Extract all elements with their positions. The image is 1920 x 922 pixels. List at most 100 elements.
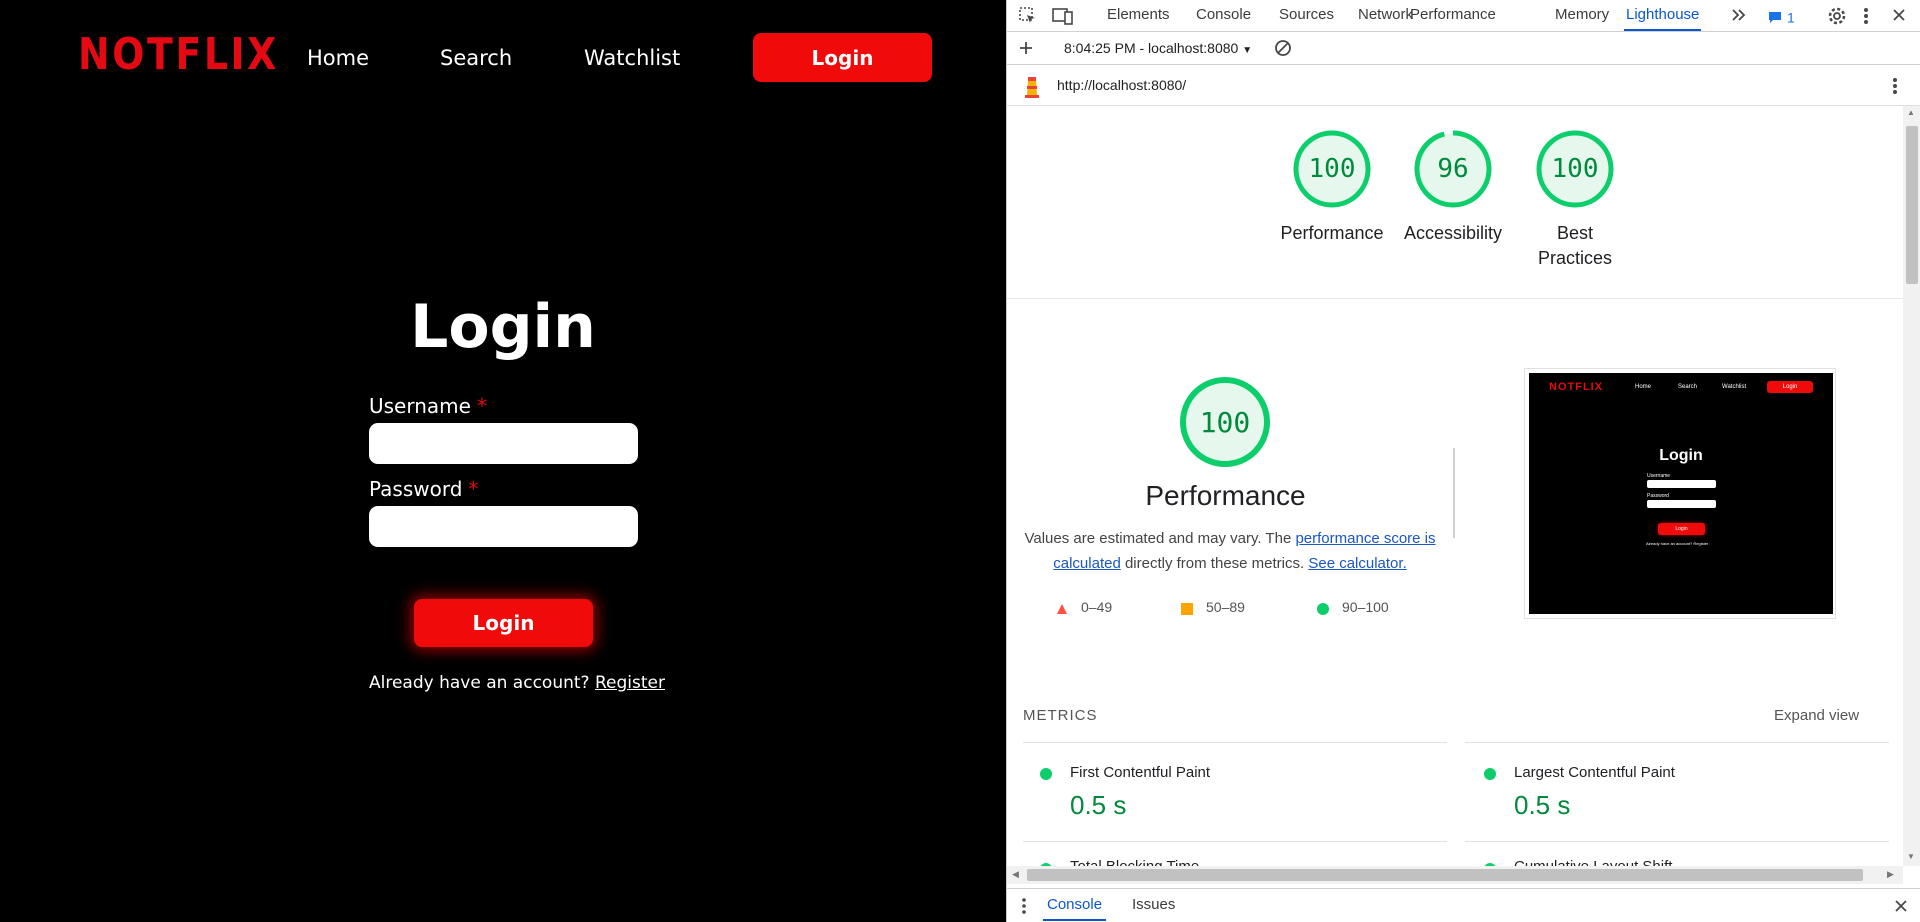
tab-performance[interactable]: Performance	[1410, 0, 1496, 31]
metric-value: 0.5 s	[1514, 790, 1571, 820]
tab-lighthouse[interactable]: Lighthouse	[1624, 0, 1702, 31]
username-label: Username *	[369, 393, 487, 419]
dropdown-caret-icon: ▼	[1242, 45, 1253, 56]
report-selector[interactable]: 8:04:25 PM - localhost:8080 ▼	[1064, 40, 1252, 56]
drawer-menu-icon[interactable]	[1021, 897, 1027, 918]
lighthouse-toolbar: 8:04:25 PM - localhost:8080 ▼	[1007, 32, 1920, 65]
tab-sources[interactable]: Sources	[1279, 0, 1334, 31]
app-viewport: NOTFLIX Home Search Watchlist Login Logi…	[0, 0, 1006, 922]
performance-description: Values are estimated and may vary. The p…	[1023, 526, 1437, 576]
required-mark: *	[476, 394, 487, 418]
pass-dot-icon	[1040, 768, 1052, 780]
inspect-element-icon[interactable]	[1018, 6, 1038, 29]
nav-login-button[interactable]: Login	[753, 33, 932, 82]
metric-divider	[1465, 841, 1889, 842]
thumb-footer: Already have an account? Register	[1646, 541, 1709, 546]
metric-divider	[1023, 841, 1447, 842]
legend-average: 50–89	[1181, 598, 1245, 616]
pass-dot-icon	[1484, 768, 1496, 780]
notflix-logo[interactable]: NOTFLIX	[78, 30, 279, 80]
device-toolbar-icon[interactable]	[1052, 6, 1074, 29]
scroll-left-icon[interactable]: ◀	[1012, 869, 1019, 880]
scroll-up-icon[interactable]: ▲	[1907, 108, 1915, 117]
performance-heading: Performance	[1145, 480, 1306, 511]
score-gauge-accessibility[interactable]: 96	[1413, 129, 1493, 209]
tab-memory[interactable]: Memory	[1555, 0, 1609, 31]
metrics-heading: METRICS	[1023, 707, 1098, 724]
thumb-password-label: Password	[1647, 493, 1669, 499]
nav-watchlist[interactable]: Watchlist	[584, 45, 680, 71]
page-title: Login	[410, 292, 596, 362]
score-gauge-best-practices[interactable]: 100	[1535, 129, 1615, 209]
thumb-nav-login: Login	[1767, 381, 1813, 393]
more-tabs-icon[interactable]	[1730, 6, 1748, 27]
page-screenshot-thumbnail[interactable]: NOTFLIX Home Search Watchlist Login Logi…	[1524, 368, 1836, 619]
nav-search[interactable]: Search	[440, 45, 512, 71]
clear-reports-icon[interactable]	[1274, 39, 1292, 60]
vertical-scrollbar[interactable]: ▲ ▼	[1903, 106, 1920, 866]
vertical-scroll-thumb[interactable]	[1906, 126, 1918, 284]
thumb-nav-home: Home	[1635, 384, 1652, 390]
score-label: Best Practices	[1537, 223, 1613, 268]
horizontal-scrollbar[interactable]: ◀ ▶	[1007, 866, 1903, 884]
kebab-menu-icon[interactable]	[1862, 6, 1870, 29]
nav-home[interactable]: Home	[307, 45, 369, 71]
metric-divider	[1023, 742, 1447, 743]
thumb-username-input	[1647, 480, 1716, 488]
required-mark: *	[468, 477, 479, 501]
thumb-username-label: Username	[1647, 473, 1671, 479]
register-link[interactable]: Register	[595, 673, 665, 693]
legend-range: 90–100	[1342, 599, 1389, 615]
expand-view-toggle[interactable]: Expand view	[1774, 707, 1859, 724]
drawer-tab-console[interactable]: Console	[1043, 889, 1107, 921]
add-report-icon[interactable]	[1018, 40, 1034, 59]
score-gauge-performance[interactable]: 100	[1292, 129, 1372, 209]
scroll-right-icon[interactable]: ▶	[1887, 869, 1894, 880]
username-label-text: Username	[369, 394, 471, 418]
thumb-logo: NOTFLIX	[1549, 381, 1604, 393]
legend-fail: 0–49	[1056, 598, 1112, 616]
square-icon	[1181, 601, 1193, 619]
tab-elements[interactable]: Elements	[1107, 0, 1170, 31]
legend-range: 0–49	[1081, 599, 1113, 615]
thumb-nav-search: Search	[1678, 384, 1698, 390]
password-input[interactable]	[369, 506, 638, 547]
issues-badge[interactable]: 1	[1768, 7, 1795, 26]
legend-range: 50–89	[1206, 599, 1245, 615]
score-value: 100	[1308, 154, 1356, 184]
vertical-divider	[1453, 448, 1455, 538]
thumb-login-button: Login	[1658, 523, 1705, 535]
close-drawer-icon[interactable]	[1894, 898, 1908, 916]
lighthouse-icon	[1022, 74, 1042, 101]
score-value: 96	[1437, 154, 1469, 184]
close-devtools-icon[interactable]	[1891, 7, 1907, 26]
username-input[interactable]	[369, 423, 638, 464]
metric-name: Cumulative Layout Shift	[1514, 858, 1672, 866]
login-submit-button[interactable]: Login	[414, 599, 593, 647]
see-calculator-link[interactable]: See calculator.	[1308, 555, 1406, 572]
register-prompt: Already have an account? Register	[369, 672, 665, 694]
section-divider	[1007, 298, 1903, 299]
report-url-bar: http://localhost:8080/	[1007, 65, 1920, 106]
devtools-panel: Elements Console Sources Network Perform…	[1006, 0, 1920, 922]
horizontal-scroll-thumb[interactable]	[1027, 869, 1863, 881]
score-label: Performance	[1280, 223, 1384, 243]
legend-pass: 90–100	[1317, 598, 1389, 616]
devtools-drawer: Console Issues	[1007, 888, 1920, 922]
metric-value: 0.5 s	[1070, 790, 1127, 820]
thumb-title: Login	[1659, 447, 1703, 464]
circle-icon	[1317, 601, 1329, 619]
message-icon	[1769, 12, 1781, 24]
score-label: Accessibility	[1403, 223, 1503, 243]
report-selector-text: 8:04:25 PM - localhost:8080	[1064, 40, 1239, 56]
desc-prefix: Values are estimated and may vary. The	[1024, 530, 1296, 547]
performance-main-gauge: 100	[1179, 376, 1271, 468]
scroll-down-icon[interactable]: ▼	[1907, 852, 1915, 861]
report-menu-icon[interactable]	[1891, 76, 1899, 99]
tab-console[interactable]: Console	[1196, 0, 1251, 31]
settings-gear-icon[interactable]	[1827, 6, 1847, 29]
drawer-tab-issues[interactable]: Issues	[1132, 889, 1175, 921]
tab-network[interactable]: Network	[1358, 0, 1413, 31]
issues-count: 1	[1787, 9, 1795, 26]
password-label: Password *	[369, 476, 478, 502]
